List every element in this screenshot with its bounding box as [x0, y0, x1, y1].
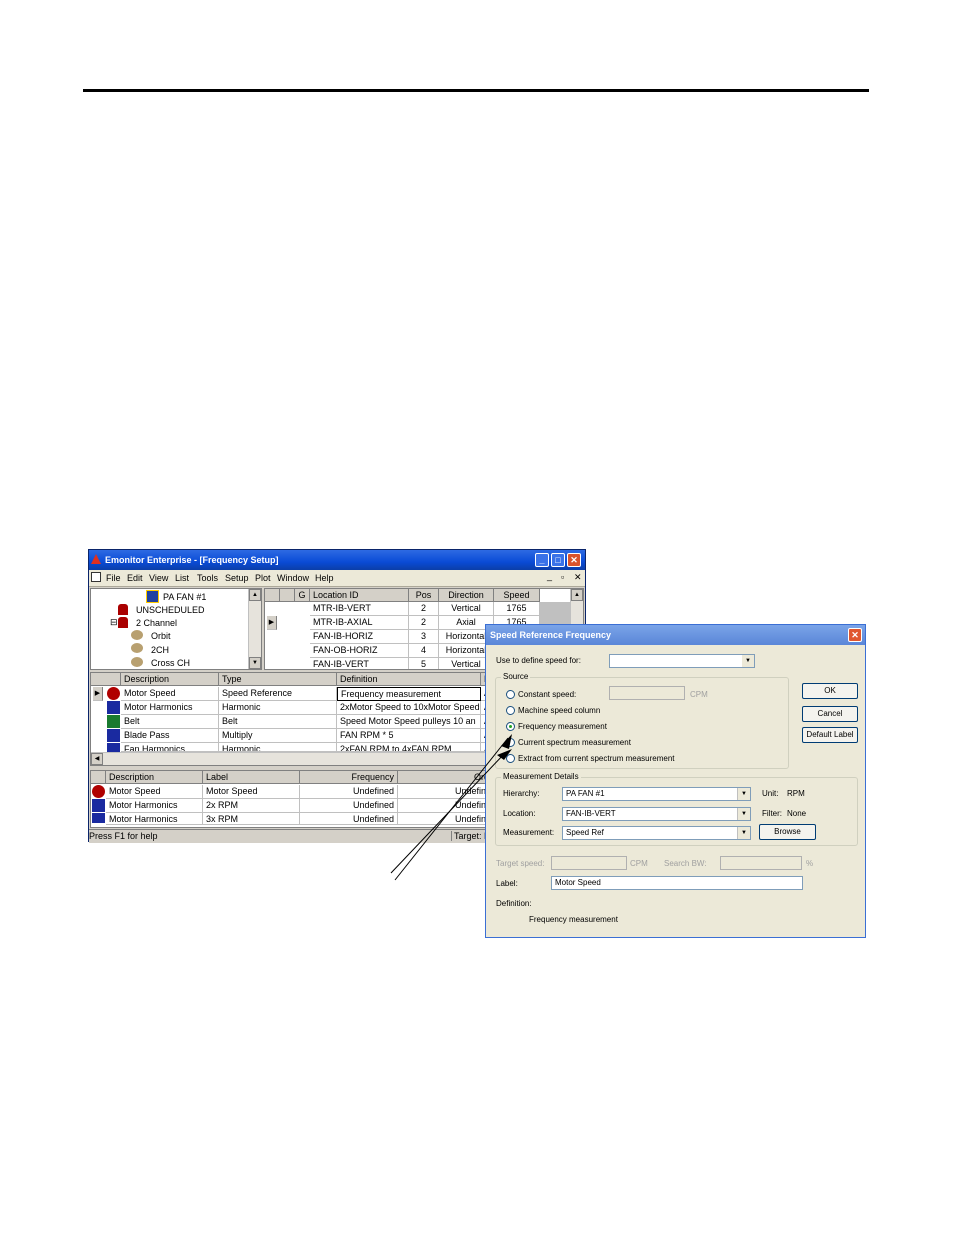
callout-line	[394, 737, 509, 881]
callout-arrows	[390, 734, 512, 881]
arrowhead-icon	[501, 734, 512, 749]
